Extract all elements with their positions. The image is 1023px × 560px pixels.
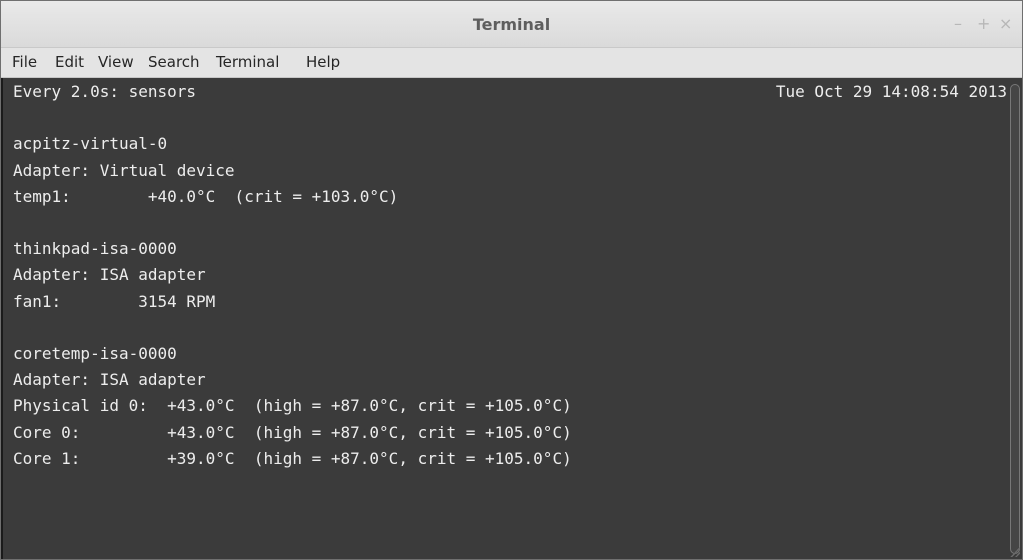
terminal-line [3, 314, 1009, 340]
watch-header-timestamp: Tue Oct 29 14:08:54 2013 [775, 82, 1007, 101]
menu-bar: File Edit View Search Terminal Help [1, 48, 1022, 78]
terminal-line [3, 209, 1009, 235]
terminal-line: temp1: +40.0°C (crit = +103.0°C) [13, 186, 399, 206]
terminal-output[interactable]: Every 2.0s: sensors Tue Oct 29 14:08:54 … [1, 78, 1009, 559]
maximize-icon[interactable]: + [977, 15, 990, 33]
menu-view[interactable]: View [98, 53, 134, 71]
title-bar[interactable]: Terminal – + × [1, 1, 1022, 48]
close-icon[interactable]: × [999, 15, 1012, 33]
terminal-line: Adapter: ISA adapter [13, 370, 206, 390]
vertical-scrollbar[interactable] [1007, 78, 1022, 559]
terminal-line: Core 0: +43.0°C (high = +87.0°C, crit = … [13, 422, 572, 442]
terminal-window: Terminal – + × File Edit View Search Ter… [0, 0, 1023, 560]
menu-terminal[interactable]: Terminal [216, 53, 279, 71]
minimize-icon[interactable]: – [954, 15, 962, 33]
scrollbar-thumb[interactable] [1010, 84, 1020, 554]
resize-grip-icon[interactable] [1010, 547, 1020, 557]
terminal-line: Adapter: Virtual device [13, 160, 235, 180]
terminal-line [3, 104, 1009, 130]
terminal-line: Adapter: ISA adapter [13, 265, 206, 285]
terminal-line: Core 1: +39.0°C (high = +87.0°C, crit = … [13, 448, 572, 468]
menu-help[interactable]: Help [306, 53, 340, 71]
terminal-line: coretemp-isa-0000 [13, 344, 177, 364]
menu-search[interactable]: Search [148, 53, 200, 71]
terminal-line: fan1: 3154 RPM [13, 291, 216, 311]
menu-file[interactable]: File [12, 53, 37, 71]
menu-edit[interactable]: Edit [55, 53, 84, 71]
terminal-line: Physical id 0: +43.0°C (high = +87.0°C, … [13, 396, 572, 416]
terminal-line: acpitz-virtual-0 [13, 134, 168, 154]
terminal-line: thinkpad-isa-0000 [13, 239, 177, 259]
window-title: Terminal [472, 15, 551, 34]
